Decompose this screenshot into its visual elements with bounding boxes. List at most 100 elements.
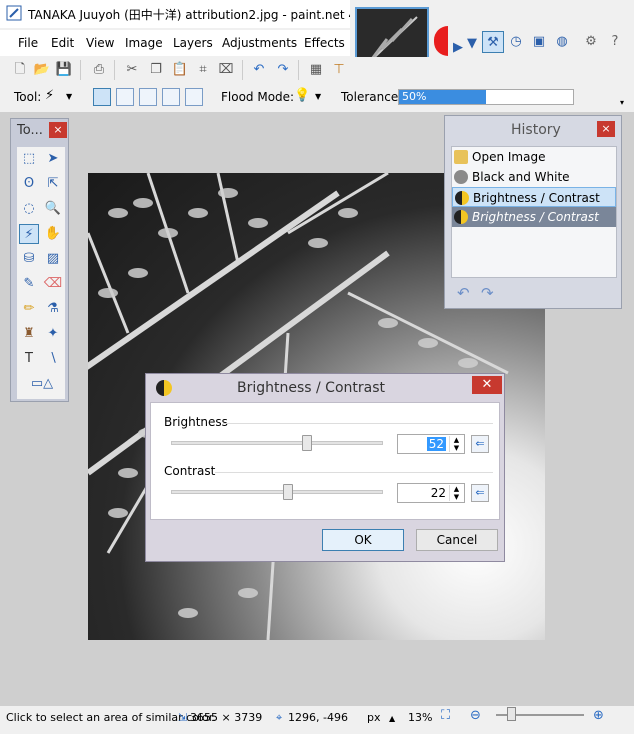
history-item-black-and-white[interactable]: Black and White — [452, 167, 616, 187]
menu-adjustments[interactable]: Adjustments — [222, 36, 297, 50]
flood-mode-dropdown-arrow-icon[interactable]: ▼ — [315, 92, 321, 101]
move-selection-tool-icon[interactable]: ⇱ — [43, 174, 63, 194]
grid-icon[interactable]: ▦ — [307, 61, 325, 79]
paint-bucket-tool-icon[interactable]: ⛁ — [19, 249, 39, 269]
tools-window-title: To... — [17, 123, 43, 138]
menu-image[interactable]: Image — [125, 36, 163, 50]
brightness-reset-button[interactable]: ⇐ — [471, 435, 489, 453]
dropdown-arrow-icon[interactable]: ▼ — [461, 33, 483, 55]
units-dropdown-arrow-icon[interactable]: ▲ — [389, 714, 395, 723]
zoom-level[interactable]: 13% — [408, 711, 432, 724]
move-selected-tool-icon[interactable]: ➤ — [43, 149, 63, 169]
color-picker-tool-icon[interactable]: ⚗ — [43, 299, 63, 319]
contrast-reset-button[interactable]: ⇐ — [471, 484, 489, 502]
zoom-slider-thumb[interactable] — [507, 707, 516, 721]
layers-toggle-icon[interactable]: ▣ — [528, 31, 550, 53]
undo-icon[interactable]: ↶ — [250, 61, 268, 79]
rectangle-select-tool-icon[interactable]: ⬚ — [19, 149, 39, 169]
history-item-brightness-contrast-redo[interactable]: Brightness / Contrast — [452, 207, 616, 227]
crop-icon[interactable]: ⌗ — [194, 61, 212, 79]
paste-icon[interactable]: 📋 — [171, 61, 189, 79]
menu-file[interactable]: File — [18, 36, 38, 50]
cut-icon[interactable]: ✂ — [123, 61, 141, 79]
eraser-tool-icon[interactable]: ⌫ — [43, 274, 63, 294]
folder-icon — [454, 150, 468, 164]
contrast-slider-track[interactable] — [171, 490, 383, 494]
print-icon[interactable]: ⎙ — [90, 61, 108, 79]
brightness-spinner[interactable]: 52 ▲ ▼ — [397, 434, 465, 454]
lasso-select-tool-icon[interactable]: ʘ — [19, 174, 39, 194]
tool-dropdown-arrow-icon[interactable]: ▼ — [66, 92, 72, 101]
gradient-tool-icon[interactable]: ▨ — [43, 249, 63, 269]
redo-icon[interactable]: ↷ — [274, 61, 292, 79]
magic-wand-tool-icon[interactable]: ⚡ — [19, 224, 39, 244]
tool-label: Tool: — [14, 90, 42, 104]
contrast-value[interactable]: 22 — [431, 486, 446, 500]
flood-mode-bulb-icon[interactable]: 💡 — [294, 88, 310, 103]
history-item-brightness-contrast[interactable]: Brightness / Contrast — [452, 187, 616, 207]
ok-button[interactable]: OK — [322, 529, 404, 551]
menu-edit[interactable]: Edit — [51, 36, 74, 50]
paintbrush-tool-icon[interactable]: ✎ — [19, 274, 39, 294]
brightness-label: Brightness — [164, 415, 228, 429]
help-icon[interactable]: ? — [604, 31, 626, 53]
pan-tool-icon[interactable]: ✋ — [43, 224, 63, 244]
text-tool-icon[interactable]: T — [19, 349, 39, 369]
spinner-arrows-icon[interactable]: ▲ ▼ — [449, 436, 463, 452]
cancel-button[interactable]: Cancel — [416, 529, 498, 551]
brightness-slider-thumb[interactable] — [301, 435, 312, 451]
tools-toggle-icon[interactable]: ⚒ — [482, 31, 504, 53]
selection-mode-exclude[interactable] — [139, 88, 157, 106]
brightness-slider-track[interactable] — [171, 441, 383, 445]
selection-mode-replace[interactable] — [93, 88, 111, 106]
selection-mode-invert[interactable] — [185, 88, 203, 106]
menu-layers[interactable]: Layers — [173, 36, 213, 50]
line-curve-tool-icon[interactable]: ∖ — [43, 349, 63, 369]
history-redo-icon[interactable]: ↷ — [481, 284, 494, 302]
history-item-label: Black and White — [472, 170, 570, 184]
new-image-icon[interactable]: 🗋 — [11, 61, 29, 79]
open-folder-icon[interactable]: 📂 — [33, 61, 51, 79]
save-icon[interactable]: 💾 — [55, 61, 73, 79]
zoom-tool-icon[interactable]: 🔍 — [43, 199, 63, 219]
pencil-tool-icon[interactable]: ✏ — [19, 299, 39, 319]
spinner-arrows-icon[interactable]: ▲ ▼ — [449, 485, 463, 501]
deselect-icon[interactable]: ⌧ — [217, 61, 235, 79]
zoom-in-icon[interactable]: ⊕ — [593, 708, 604, 723]
ellipse-select-tool-icon[interactable]: ◌ — [19, 199, 39, 219]
selection-mode-intersect[interactable] — [162, 88, 180, 106]
zoom-to-window-icon[interactable]: ⛶ — [441, 708, 450, 723]
window-title: TANAKA Juuyoh (田中十洋) attribution2.jpg - … — [28, 8, 379, 22]
tools-window-close-button[interactable]: × — [49, 122, 67, 138]
shapes-tool-icon[interactable]: ▭△ — [27, 374, 57, 394]
tools-palette: ⬚ ➤ ʘ ⇱ ◌ 🔍 ⚡ ✋ ⛁ ▨ ✎ ⌫ ✏ ⚗ ♜ ✦ T ∖ ▭△ — [17, 147, 65, 399]
toolbar-divider — [242, 60, 243, 80]
copy-icon[interactable]: ❐ — [147, 61, 165, 79]
options-overflow-icon[interactable]: ▾ — [620, 98, 624, 107]
contrast-label: Contrast — [164, 464, 216, 478]
recolor-tool-icon[interactable]: ✦ — [43, 324, 63, 344]
dialog-body: Brightness 52 ▲ ▼ ⇐ Contrast 22 ▲ ▼ ⇐ — [150, 402, 500, 520]
history-undo-icon[interactable]: ↶ — [457, 284, 470, 302]
brightness-value[interactable]: 52 — [426, 437, 446, 451]
black-white-icon — [454, 170, 468, 184]
clone-stamp-tool-icon[interactable]: ♜ — [19, 324, 39, 344]
dialog-close-button[interactable]: ✕ — [472, 376, 502, 394]
menu-view[interactable]: View — [86, 36, 114, 50]
colors-toggle-icon[interactable]: ◍ — [551, 31, 573, 53]
units-selector[interactable]: px — [367, 711, 381, 724]
menu-effects[interactable]: Effects — [304, 36, 345, 50]
history-window-close-button[interactable]: × — [597, 121, 615, 137]
toolbar-divider — [80, 60, 81, 80]
tolerance-value: 50% — [402, 90, 427, 103]
magic-wand-icon[interactable]: ⚡ — [45, 88, 54, 103]
ruler-icon[interactable]: ⊤ — [330, 61, 348, 79]
zoom-out-icon[interactable]: ⊖ — [470, 708, 481, 723]
contrast-slider-thumb[interactable] — [282, 484, 293, 500]
settings-gear-icon[interactable]: ⚙ — [580, 31, 602, 53]
contrast-spinner[interactable]: 22 ▲ ▼ — [397, 483, 465, 503]
history-toggle-icon[interactable]: ◷ — [505, 31, 527, 53]
history-item-open-image[interactable]: Open Image — [452, 147, 616, 167]
tolerance-slider[interactable]: 50% — [398, 89, 574, 105]
selection-mode-union[interactable] — [116, 88, 134, 106]
